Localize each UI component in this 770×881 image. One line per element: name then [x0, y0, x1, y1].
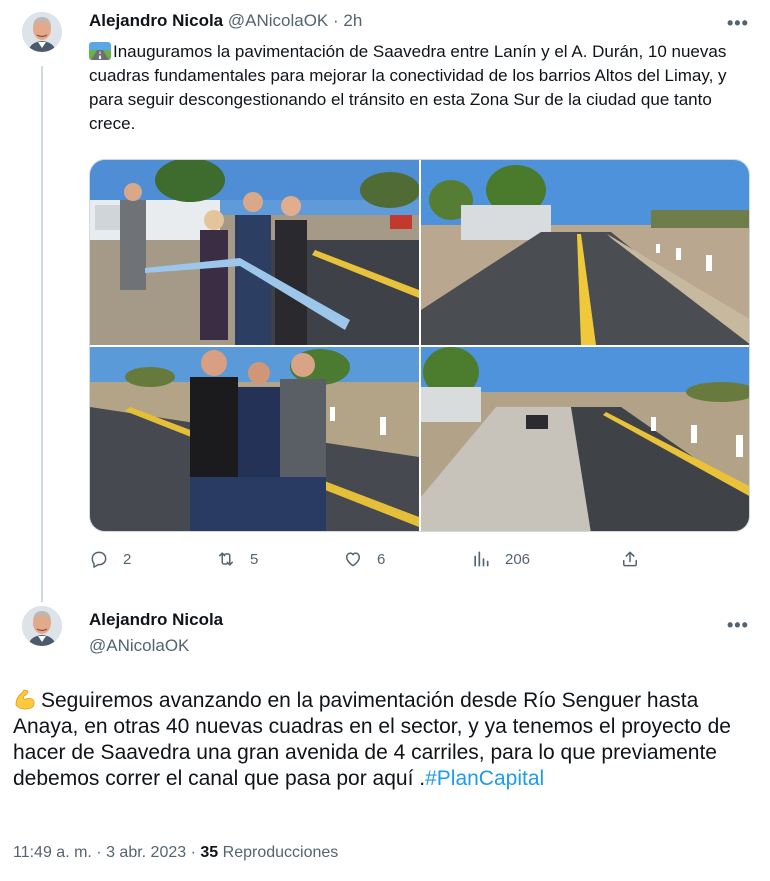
tweet-text-2: Seguiremos avanzando en la pavimentación… [13, 688, 753, 792]
header-separator: · [333, 11, 339, 30]
share-icon [623, 551, 637, 567]
retweet-button[interactable]: 5 [216, 549, 258, 569]
reply-count: 2 [123, 550, 132, 568]
tweet-text-body: Inauguramos la pavimentación de Saavedra… [89, 42, 727, 133]
photo-ribbon-cutting[interactable] [90, 160, 419, 345]
media-grid [89, 159, 750, 532]
tweet-actions: 2 5 6 206 [89, 549, 669, 573]
like-count: 6 [377, 550, 386, 568]
share-button[interactable] [620, 549, 640, 569]
like-button[interactable]: 6 [343, 549, 385, 569]
more-options-button[interactable]: ••• [727, 14, 749, 32]
more-options-button-2[interactable]: ••• [727, 616, 749, 634]
road-icon [89, 42, 111, 60]
photo-sidewalk-road[interactable] [421, 347, 749, 531]
tweet-text-body-2: Seguiremos avanzando en la pavimentación… [13, 689, 731, 790]
views-count: 206 [505, 550, 531, 568]
hashtag-link[interactable]: #PlanCapital [425, 767, 544, 790]
author-name-2[interactable]: Alejandro Nicola [89, 610, 223, 630]
flexed-biceps-icon [13, 688, 37, 710]
tweet-timestamp[interactable]: 11:49 a. m. · 3 abr. 2023 [13, 844, 186, 861]
photo-new-road[interactable] [421, 160, 749, 345]
retweet-icon [219, 552, 233, 566]
reply-button[interactable]: 2 [89, 549, 131, 569]
reply-icon [91, 551, 107, 568]
tweet-text: Inauguramos la pavimentación de Saavedra… [89, 40, 749, 136]
retweet-count: 5 [250, 550, 259, 568]
author-handle-2[interactable]: @ANicolaOK [89, 636, 189, 656]
tweet-header: Alejandro Nicola @ANicolaOK · 2h [89, 11, 362, 31]
views-button[interactable]: 206 [471, 549, 530, 569]
author-avatar-2[interactable] [22, 606, 62, 646]
tweet-metadata: 11:49 a. m. · 3 abr. 2023 · 35 Reproducc… [13, 844, 338, 862]
thread-connector-line [41, 66, 43, 602]
tweet-time[interactable]: 2h [343, 11, 362, 30]
heart-icon [346, 552, 360, 567]
author-avatar[interactable] [22, 12, 62, 52]
analytics-icon [474, 551, 489, 567]
meta-separator: · [190, 844, 196, 861]
views-total: 35 [200, 844, 219, 861]
author-name[interactable]: Alejandro Nicola [89, 11, 223, 30]
views-label: Reproducciones [222, 844, 339, 861]
photo-three-officials[interactable] [90, 347, 419, 531]
author-handle[interactable]: @ANicolaOK [228, 11, 328, 30]
